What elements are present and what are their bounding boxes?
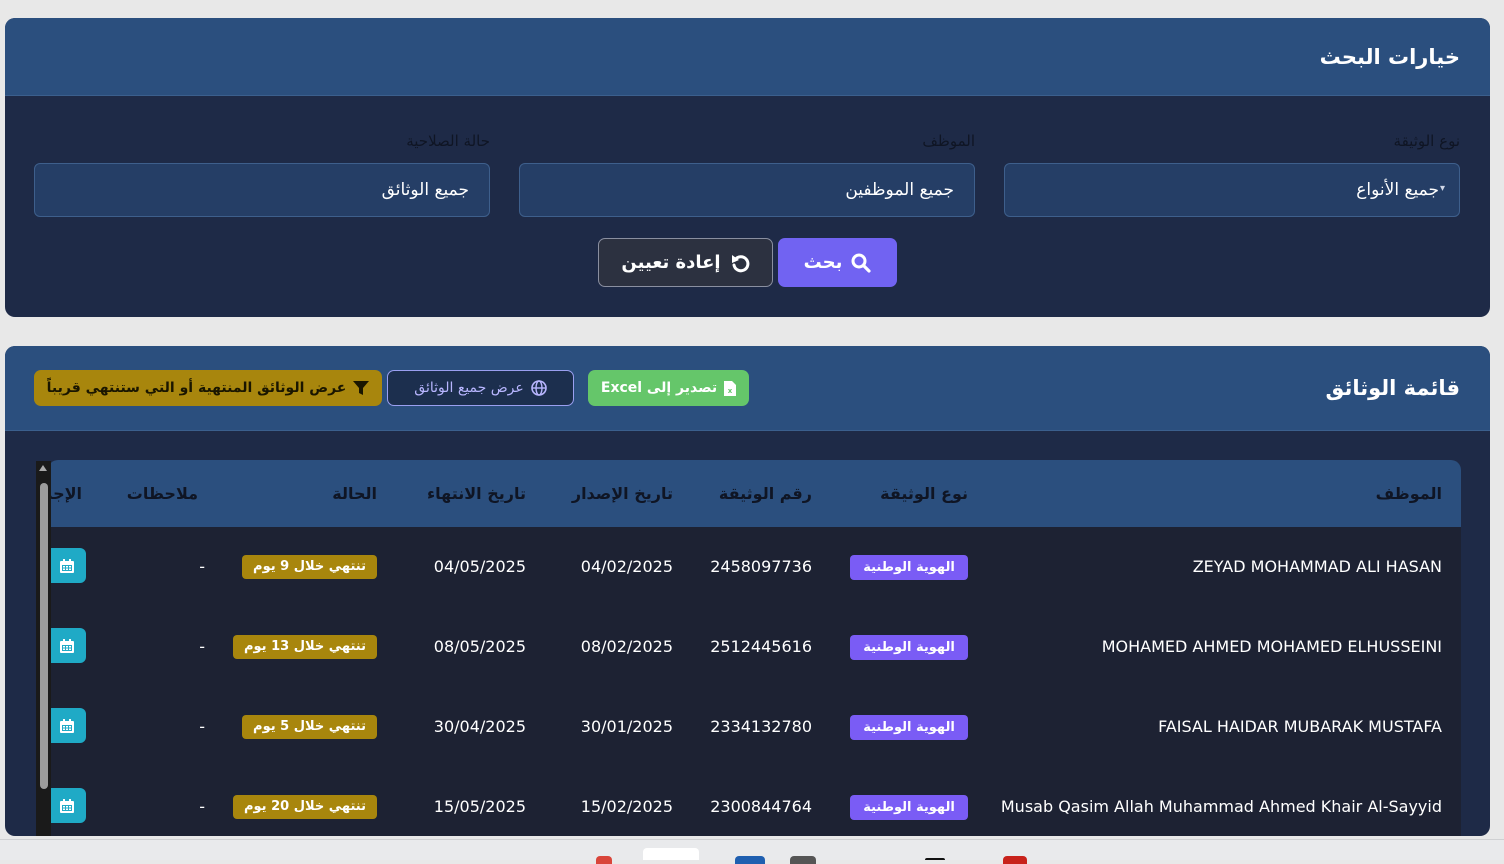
cell-notes: - bbox=[199, 557, 205, 576]
cell-doc-number: 2300844764 bbox=[710, 797, 812, 816]
table-header: الموظف نوع الوثيقة رقم الوثيقة تاريخ الإ… bbox=[48, 460, 1461, 527]
table-row: MOHAMED AHMED MOHAMED ELHUSSEINI الهوية … bbox=[48, 607, 1461, 687]
table-row: FAISAL HAIDAR MUBARAK MUSTAFA الهوية الو… bbox=[48, 687, 1461, 767]
excel-file-icon: x bbox=[724, 380, 737, 396]
validity-filter: حالة الصلاحية جميع الوثائق bbox=[34, 130, 490, 217]
app-icon[interactable] bbox=[925, 858, 945, 860]
table-scrollbar[interactable] bbox=[36, 461, 51, 836]
scrollbar-thumb[interactable] bbox=[40, 483, 48, 789]
search-button-label: بحث bbox=[803, 252, 843, 273]
cell-notes: - bbox=[199, 717, 205, 736]
col-employee: الموظف bbox=[1375, 484, 1442, 503]
col-issue-date: تاريخ الإصدار bbox=[571, 484, 673, 503]
status-badge: تنتهي خلال 13 يوم bbox=[233, 635, 377, 659]
cell-doc-number: 2458097736 bbox=[710, 557, 812, 576]
col-doc-number: رقم الوثيقة bbox=[718, 484, 812, 503]
show-expiring-documents-label: عرض الوثائق المنتهية أو التي ستنتهي قريب… bbox=[46, 380, 347, 396]
employee-filter: الموظف جميع الموظفين bbox=[519, 130, 975, 217]
employee-label: الموظف bbox=[922, 132, 975, 150]
app-icon[interactable] bbox=[1003, 856, 1027, 864]
doc-type-badge: الهوية الوطنية bbox=[850, 715, 968, 740]
cell-notes: - bbox=[199, 637, 205, 656]
scroll-up-arrow-icon[interactable] bbox=[39, 465, 47, 471]
documents-card: قائمة الوثائق x تصدير إلى Excel عرض جميع… bbox=[5, 346, 1490, 836]
export-excel-button[interactable]: x تصدير إلى Excel bbox=[588, 370, 749, 406]
cell-doc-number: 2512445616 bbox=[710, 637, 812, 656]
doc-type-badge: الهوية الوطنية bbox=[850, 635, 968, 660]
renew-button[interactable] bbox=[48, 548, 86, 583]
documents-table: الموظف نوع الوثيقة رقم الوثيقة تاريخ الإ… bbox=[48, 460, 1461, 836]
app-icon[interactable] bbox=[596, 856, 612, 864]
doc-type-filter: نوع الوثيقة ▾ جميع الأنواع bbox=[1004, 130, 1460, 217]
show-all-documents-label: عرض جميع الوثائق bbox=[414, 380, 524, 396]
export-excel-label: تصدير إلى Excel bbox=[600, 380, 718, 396]
cell-employee: FAISAL HAIDAR MUBARAK MUSTAFA bbox=[1158, 717, 1442, 736]
col-actions: الإجراءات bbox=[48, 484, 82, 503]
cell-expiry-date: 04/05/2025 bbox=[433, 557, 526, 576]
search-options-card: خيارات البحث نوع الوثيقة ▾ جميع الأنواع … bbox=[5, 18, 1490, 317]
app-icon[interactable] bbox=[790, 856, 816, 864]
doc-type-value: جميع الأنواع bbox=[1356, 180, 1439, 200]
doc-type-label: نوع الوثيقة bbox=[1393, 132, 1460, 150]
cell-expiry-date: 08/05/2025 bbox=[433, 637, 526, 656]
cell-doc-number: 2334132780 bbox=[710, 717, 812, 736]
svg-text:x: x bbox=[728, 387, 733, 395]
cell-issue-date: 08/02/2025 bbox=[580, 637, 673, 656]
validity-label: حالة الصلاحية bbox=[406, 132, 490, 150]
doc-type-badge: الهوية الوطنية bbox=[850, 795, 968, 820]
doc-type-select[interactable]: ▾ جميع الأنواع bbox=[1004, 163, 1460, 217]
calendar-icon bbox=[60, 558, 74, 573]
col-doc-type: نوع الوثيقة bbox=[880, 484, 968, 503]
table-row: ZEYAD MOHAMMAD ALI HASAN الهوية الوطنية … bbox=[48, 527, 1461, 607]
app-icon[interactable] bbox=[643, 848, 699, 860]
documents-card-title: قائمة الوثائق bbox=[1325, 376, 1460, 400]
search-button[interactable]: بحث bbox=[778, 238, 897, 287]
search-card-title: خيارات البحث bbox=[1319, 44, 1460, 69]
validity-value: جميع الوثائق bbox=[381, 180, 469, 200]
employee-select[interactable]: جميع الموظفين bbox=[519, 163, 975, 217]
cell-employee: ZEYAD MOHAMMAD ALI HASAN bbox=[1192, 557, 1442, 576]
renew-button[interactable] bbox=[48, 708, 86, 743]
cell-notes: - bbox=[199, 797, 205, 816]
employee-value: جميع الموظفين bbox=[845, 180, 954, 200]
cell-employee: MOHAMED AHMED MOHAMED ELHUSSEINI bbox=[1101, 637, 1442, 656]
globe-icon bbox=[530, 380, 547, 396]
show-all-documents-button[interactable]: عرض جميع الوثائق bbox=[387, 370, 574, 406]
cell-expiry-date: 30/04/2025 bbox=[433, 717, 526, 736]
filter-icon bbox=[353, 381, 370, 395]
status-badge: تنتهي خلال 5 يوم bbox=[242, 715, 377, 739]
calendar-icon bbox=[60, 718, 74, 733]
cell-issue-date: 15/02/2025 bbox=[580, 797, 673, 816]
doc-type-badge: الهوية الوطنية bbox=[850, 555, 968, 580]
reset-button-label: إعادة تعيين bbox=[621, 252, 721, 273]
search-card-header: خيارات البحث bbox=[5, 18, 1490, 96]
app-icon[interactable] bbox=[735, 856, 765, 864]
col-expiry-date: تاريخ الانتهاء bbox=[426, 484, 526, 503]
validity-select[interactable]: جميع الوثائق bbox=[34, 163, 490, 217]
cell-expiry-date: 15/05/2025 bbox=[433, 797, 526, 816]
undo-icon bbox=[731, 254, 749, 272]
cell-issue-date: 04/02/2025 bbox=[580, 557, 673, 576]
renew-button[interactable] bbox=[48, 628, 86, 663]
show-expiring-documents-button[interactable]: عرض الوثائق المنتهية أو التي ستنتهي قريب… bbox=[34, 370, 382, 406]
calendar-icon bbox=[60, 798, 74, 813]
calendar-icon bbox=[60, 638, 74, 653]
documents-card-header: قائمة الوثائق x تصدير إلى Excel عرض جميع… bbox=[5, 346, 1490, 431]
reset-button[interactable]: إعادة تعيين bbox=[598, 238, 773, 287]
taskbar bbox=[0, 839, 1504, 864]
col-notes: ملاحظات bbox=[126, 484, 198, 503]
chevron-down-icon: ▾ bbox=[1439, 183, 1445, 194]
cell-employee: Musab Qasim Allah Muhammad Ahmed Khair A… bbox=[1000, 797, 1442, 816]
renew-button[interactable] bbox=[48, 788, 86, 823]
col-status: الحالة bbox=[332, 484, 377, 503]
search-icon bbox=[851, 253, 872, 273]
status-badge: تنتهي خلال 9 يوم bbox=[242, 555, 377, 579]
cell-issue-date: 30/01/2025 bbox=[580, 717, 673, 736]
status-badge: تنتهي خلال 20 يوم bbox=[233, 795, 377, 819]
table-row: Musab Qasim Allah Muhammad Ahmed Khair A… bbox=[48, 767, 1461, 836]
